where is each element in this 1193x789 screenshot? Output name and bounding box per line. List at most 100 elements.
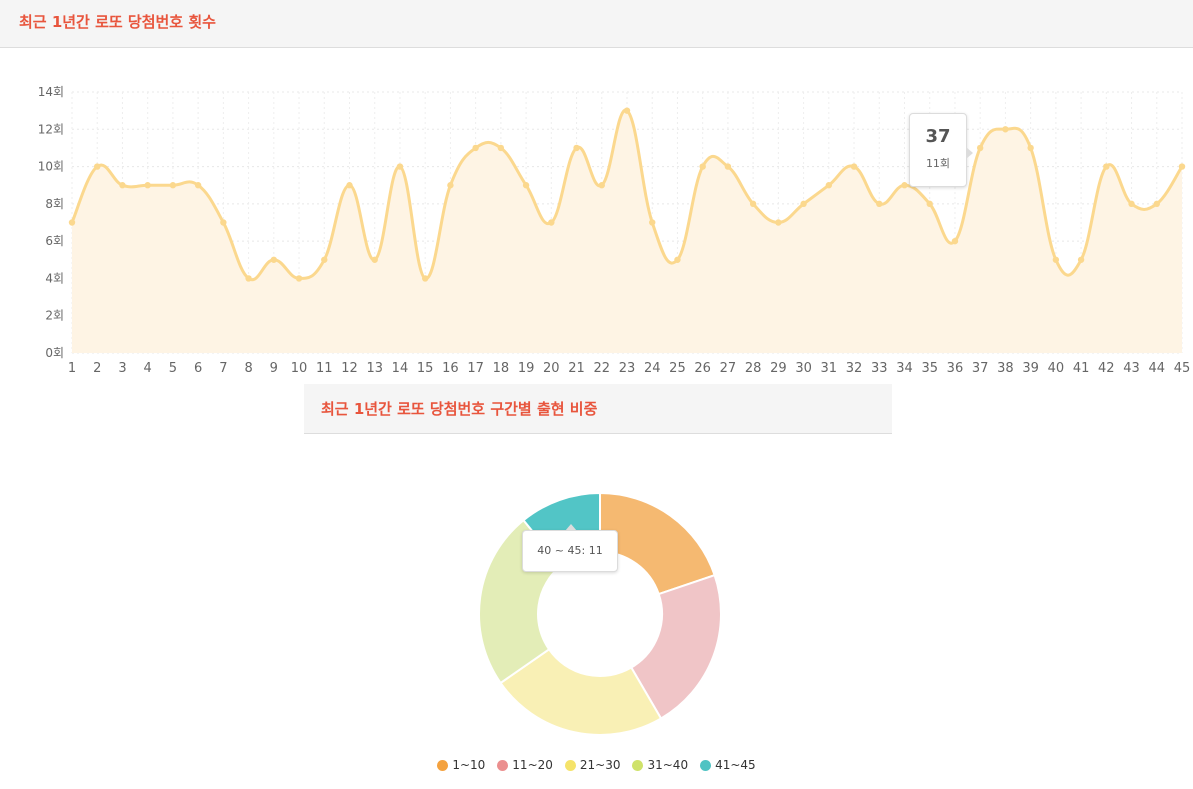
legend-label: 31~40 <box>647 758 689 772</box>
y-tick-label: 12회 <box>38 122 64 136</box>
x-tick-label: 25 <box>669 361 686 376</box>
legend-swatch <box>497 759 509 771</box>
data-point <box>346 182 353 189</box>
data-point <box>1103 163 1110 170</box>
data-point <box>119 182 126 189</box>
data-point <box>245 275 252 282</box>
x-tick-label: 5 <box>169 361 177 376</box>
data-point <box>926 200 933 208</box>
x-tick-label: 27 <box>720 361 737 376</box>
x-tick-label: 29 <box>770 361 787 376</box>
data-point <box>573 144 580 152</box>
data-point <box>623 107 631 114</box>
x-axis-labels: 1 2 3 4 5 6 7 8 9 10 11 12 13 14 15 16 17 18 19 20 21 22 23 24 2… <box>68 361 1190 376</box>
y-tick-label: 2회 <box>45 309 64 323</box>
x-tick-label: 13 <box>366 361 383 376</box>
tooltip-value: 37 <box>925 126 951 147</box>
data-point <box>699 163 706 170</box>
data-point <box>94 163 101 170</box>
area-fill <box>72 110 1182 353</box>
legend-item[interactable]: 11~20 <box>497 758 553 772</box>
data-point <box>396 163 404 170</box>
data-point <box>825 182 833 189</box>
data-point <box>951 237 959 245</box>
x-tick-label: 1 <box>68 361 76 376</box>
data-point <box>1052 256 1060 263</box>
x-tick-label: 6 <box>194 361 202 376</box>
y-tick-label: 10회 <box>38 160 64 174</box>
x-tick-label: 42 <box>1098 361 1115 376</box>
y-tick-label: 0회 <box>45 346 64 360</box>
y-axis-labels: 0회 2회 4회 6회 8회 10회 12회 14회 <box>38 85 64 360</box>
donut-tooltip: 40 ~ 45: 11 <box>522 524 618 572</box>
x-tick-label: 11 <box>316 361 333 376</box>
data-point <box>850 163 858 170</box>
x-tick-label: 44 <box>1148 361 1165 376</box>
data-point <box>68 219 76 226</box>
data-point <box>1077 256 1085 263</box>
x-tick-label: 40 <box>1048 361 1065 376</box>
data-point <box>876 200 883 208</box>
data-point <box>1178 163 1186 170</box>
x-tick-label: 39 <box>1022 361 1039 376</box>
data-point <box>421 275 429 282</box>
data-point <box>649 219 656 226</box>
y-tick-label: 14회 <box>38 85 64 99</box>
data-point <box>548 219 555 226</box>
line-tooltip: 37 11회 <box>909 113 973 187</box>
data-point <box>901 182 908 189</box>
x-tick-label: 37 <box>972 361 989 376</box>
legend-swatch <box>564 759 576 771</box>
data-point <box>497 144 505 152</box>
x-tick-label: 17 <box>467 361 484 376</box>
legend-swatch <box>437 759 449 771</box>
x-tick-label: 14 <box>392 361 409 376</box>
y-tick-label: 4회 <box>45 271 64 285</box>
x-tick-label: 26 <box>694 361 711 376</box>
x-tick-label: 38 <box>997 361 1014 376</box>
data-point <box>1128 200 1135 208</box>
x-tick-label: 10 <box>291 361 308 376</box>
legend-item[interactable]: 1~10 <box>437 758 485 772</box>
chart-title-line: 최근 1년간 로또 당첨번호 횟수 <box>0 0 1193 48</box>
data-point <box>447 182 454 189</box>
data-point <box>295 275 303 282</box>
x-tick-label: 35 <box>921 361 938 376</box>
data-point <box>1002 126 1009 133</box>
x-tick-label: 23 <box>619 361 636 376</box>
data-point <box>1153 200 1160 208</box>
data-point <box>976 144 984 152</box>
x-tick-label: 43 <box>1123 361 1140 376</box>
legend-item[interactable]: 41~45 <box>700 758 756 772</box>
x-tick-label: 31 <box>821 361 838 376</box>
legend-swatch <box>632 759 644 771</box>
data-point <box>220 219 227 226</box>
legend-label: 41~45 <box>715 758 756 772</box>
x-tick-label: 4 <box>144 361 152 376</box>
x-tick-label: 18 <box>493 361 510 376</box>
data-point <box>1027 144 1034 152</box>
x-tick-label: 30 <box>795 361 812 376</box>
data-point <box>749 200 757 208</box>
tooltip-label: 11회 <box>925 157 951 170</box>
y-tick-label: 6회 <box>45 234 64 248</box>
data-point <box>270 256 278 263</box>
data-point <box>194 182 202 189</box>
chart-title-donut: 최근 1년간 로또 당첨번호 구간별 출현 비중 <box>304 384 892 434</box>
data-point <box>724 163 732 170</box>
x-tick-label: 36 <box>947 361 964 376</box>
x-tick-label: 41 <box>1073 361 1090 376</box>
donut-chart <box>478 491 722 736</box>
x-tick-label: 9 <box>270 361 278 376</box>
y-tick-label: 8회 <box>45 197 64 211</box>
data-point <box>800 200 807 208</box>
legend-swatch <box>700 759 712 771</box>
x-tick-label: 21 <box>568 361 585 376</box>
line-chart: 0회2회4회6회8회10회12회14회 1 2 3 4 5 6 7 8 9 10 11 12 13 14 1… <box>38 85 1191 376</box>
x-tick-label: 2 <box>93 361 101 376</box>
legend-item[interactable]: 31~40 <box>632 758 688 772</box>
legend-label: 21~30 <box>579 758 621 772</box>
legend-item[interactable]: 21~30 <box>564 758 621 772</box>
data-point <box>321 256 328 263</box>
data-point <box>371 256 378 263</box>
